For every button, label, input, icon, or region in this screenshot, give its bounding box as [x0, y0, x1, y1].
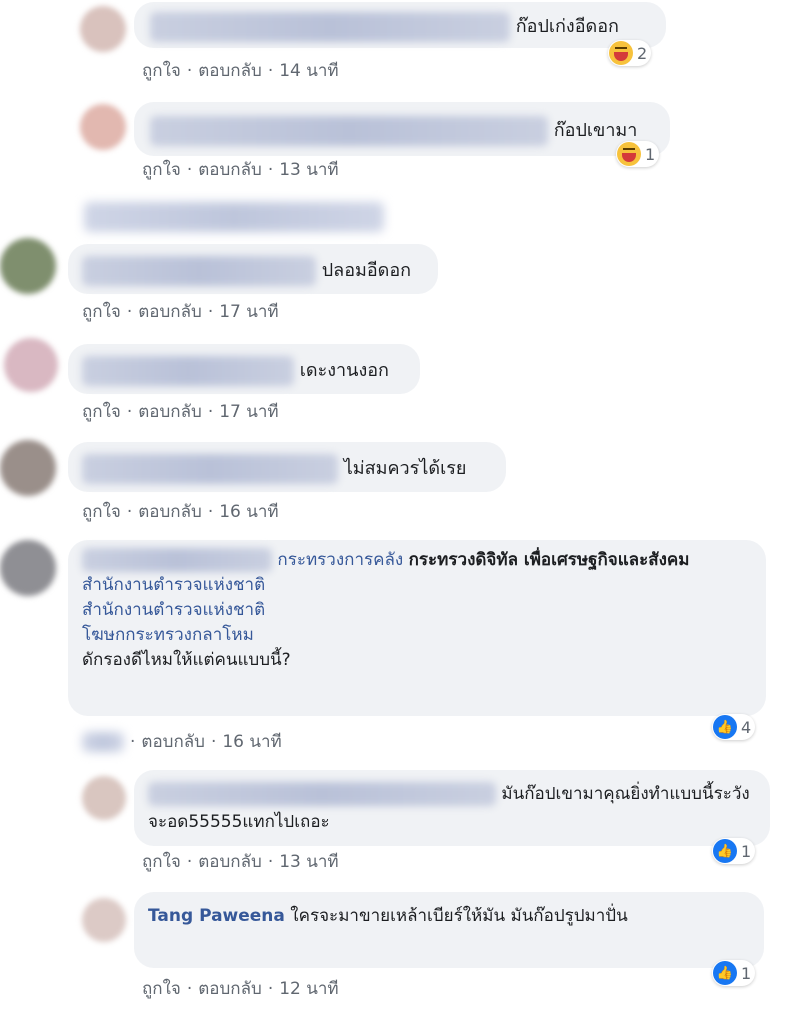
commenter-name-blurred[interactable]	[82, 454, 338, 484]
comment-meta: ถูกใจ · ตอบกลับ · 13 นาที	[142, 160, 339, 180]
comment-meta: ถูกใจ · ตอบกลับ · 17 นาที	[82, 302, 279, 322]
blurred-content	[82, 732, 124, 752]
like-icon: 👍	[713, 839, 737, 863]
timestamp[interactable]: 14 นาที	[279, 61, 338, 81]
reply-button[interactable]: ตอบกลับ	[198, 979, 262, 999]
comment-meta: ถูกใจ · ตอบกลับ · 14 นาที	[142, 61, 339, 81]
avatar[interactable]	[0, 540, 56, 596]
commenter-name-blurred[interactable]	[82, 256, 316, 286]
mention-link[interactable]: กระทรวงการคลัง	[277, 550, 403, 570]
comment-text: ก๊อปเก่งอีดอก	[515, 16, 619, 37]
comment-bubble: ไม่สมควรได้เรย	[68, 442, 506, 492]
mention-link[interactable]: โฆษกกระทรวงกลาโหม	[82, 625, 254, 645]
commenter-name-blurred[interactable]	[82, 356, 294, 386]
avatar[interactable]	[80, 6, 126, 52]
like-button[interactable]: ถูกใจ	[142, 160, 181, 180]
reply-button[interactable]: ตอบกลับ	[138, 502, 202, 522]
reaction-count[interactable]: 👍 1	[712, 960, 756, 986]
comment-meta: ถูกใจ · ตอบกลับ · 12 นาที	[142, 979, 339, 999]
timestamp[interactable]: 12 นาที	[279, 979, 338, 999]
reply-button[interactable]: ตอบกลับ	[198, 61, 262, 81]
comment-bubble: มันก๊อปเขามาคุณยิ่งทำแบบนี้ระวังจะอด5555…	[134, 770, 770, 846]
like-button[interactable]: ถูกใจ	[142, 852, 181, 872]
comment-text: ก๊อปเขามา	[553, 120, 638, 141]
like-icon: 👍	[713, 715, 737, 739]
avatar[interactable]	[0, 440, 56, 496]
commenter-name-blurred[interactable]	[82, 548, 272, 572]
avatar[interactable]	[4, 338, 58, 392]
haha-icon	[617, 142, 641, 166]
timestamp[interactable]: 17 นาที	[219, 402, 278, 422]
mention-bold[interactable]: กระทรวงดิจิทัล เพื่อเศรษฐกิจและสังคม	[409, 550, 690, 570]
timestamp[interactable]: 16 นาที	[219, 502, 278, 522]
like-icon: 👍	[713, 961, 737, 985]
timestamp[interactable]: 13 นาที	[279, 852, 338, 872]
commenter-name-blurred[interactable]	[150, 116, 548, 146]
commenter-name-blurred[interactable]	[148, 782, 496, 806]
comment-meta: ถูกใจ · ตอบกลับ · 17 นาที	[82, 402, 279, 422]
mention-link[interactable]: สำนักงานตำรวจแห่งชาติ	[82, 575, 265, 595]
reply-button[interactable]: ตอบกลับ	[198, 160, 262, 180]
comment-text: เดะงานงอก	[299, 360, 389, 381]
mention-link[interactable]: สำนักงานตำรวจแห่งชาติ	[82, 600, 265, 620]
comment-bubble: เดะงานงอก	[68, 344, 420, 394]
comment-meta: · ตอบกลับ · 16 นาที	[82, 728, 282, 755]
timestamp[interactable]: 16 นาที	[222, 732, 281, 752]
comment-meta: ถูกใจ · ตอบกลับ · 16 นาที	[82, 502, 279, 522]
like-button[interactable]: ถูกใจ	[142, 61, 181, 81]
haha-icon	[609, 41, 633, 65]
comment-text: ใครจะมาขายเหล้าเบียร์ให้มัน มันก๊อปรูปมา…	[290, 906, 628, 926]
timestamp[interactable]: 17 นาที	[219, 302, 278, 322]
reply-button[interactable]: ตอบกลับ	[138, 402, 202, 422]
reply-button[interactable]: ตอบกลับ	[141, 732, 205, 752]
commenter-name[interactable]: Tang Paweena	[148, 906, 285, 926]
reply-button[interactable]: ตอบกลับ	[198, 852, 262, 872]
reaction-count[interactable]: 1	[616, 141, 660, 167]
avatar[interactable]	[0, 238, 56, 294]
commenter-name-blurred[interactable]	[150, 12, 510, 42]
avatar[interactable]	[82, 898, 126, 942]
comment-bubble: ปลอมอีดอก	[68, 244, 438, 294]
reaction-count[interactable]: 👍 4	[712, 714, 756, 740]
comment-text: ไม่สมควรได้เรย	[343, 458, 467, 479]
like-button[interactable]: ถูกใจ	[82, 502, 121, 522]
comment-bubble: Tang Paweena ใครจะมาขายเหล้าเบียร์ให้มัน…	[134, 892, 764, 968]
reaction-count[interactable]: 👍 1	[712, 838, 756, 864]
comment-bubble: กระทรวงการคลัง กระทรวงดิจิทัล เพื่อเศรษฐ…	[68, 540, 766, 716]
like-button[interactable]: ถูกใจ	[82, 302, 121, 322]
comment-bubble: ก๊อปเขามา	[134, 102, 670, 156]
reaction-count[interactable]: 2	[608, 40, 652, 66]
like-button[interactable]: ถูกใจ	[82, 402, 121, 422]
blurred-content	[84, 202, 384, 232]
comment-text: ปลอมอีดอก	[321, 260, 412, 281]
comment-bubble: ก๊อปเก่งอีดอก	[134, 2, 666, 48]
avatar[interactable]	[80, 104, 126, 150]
avatar[interactable]	[82, 776, 126, 820]
timestamp[interactable]: 13 นาที	[279, 160, 338, 180]
comment-meta: ถูกใจ · ตอบกลับ · 13 นาที	[142, 852, 339, 872]
like-button[interactable]: ถูกใจ	[142, 979, 181, 999]
reply-button[interactable]: ตอบกลับ	[138, 302, 202, 322]
comment-text: ดักรองดีไหมให้แต่คนแบบนี้?	[82, 650, 291, 670]
